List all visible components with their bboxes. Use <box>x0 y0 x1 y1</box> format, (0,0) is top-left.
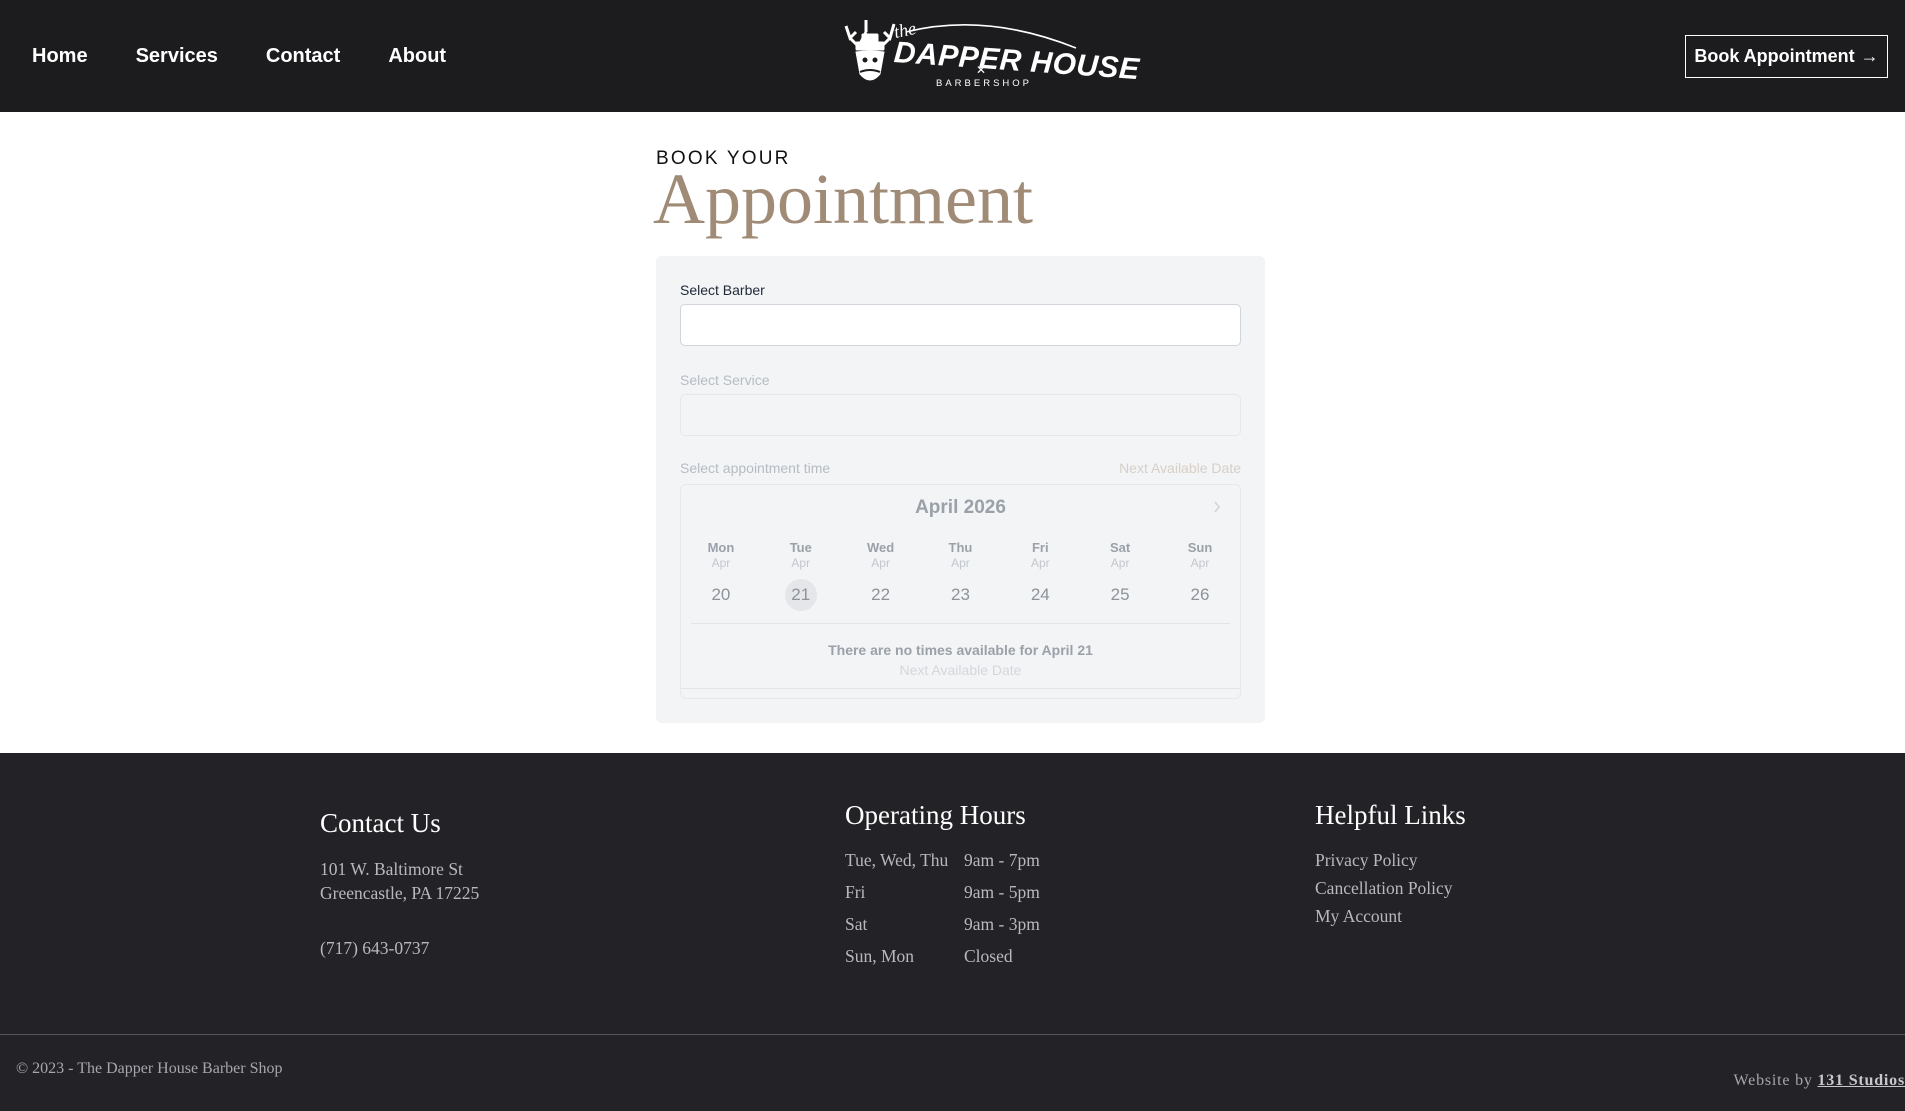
arrow-right-icon: → <box>1860 46 1879 66</box>
hours-row: Tue, Wed, Thu 9am - 7pm <box>845 850 1040 871</box>
nav-contact[interactable]: Contact <box>266 45 340 68</box>
booking-panel: Select Barber Select Service Select appo… <box>656 256 1265 723</box>
day-month: Apr <box>711 556 731 570</box>
calendar-week: Mon Apr 20 Tue Apr 21 Wed Apr 22 Thu Apr… <box>681 540 1240 611</box>
book-appointment-button[interactable]: Book Appointment → <box>1685 35 1888 78</box>
scissors-icon: ✕ <box>976 63 987 77</box>
day-of-week: Tue <box>789 540 812 555</box>
hours-row: Sat 9am - 3pm <box>845 914 1040 935</box>
contact-heading: Contact Us <box>320 808 441 838</box>
day-of-week: Sun <box>1187 540 1213 555</box>
calendar-divider <box>691 623 1230 624</box>
calendar: April 2026 Mon Apr 20 Tue Apr 21 Wed Apr… <box>680 484 1241 699</box>
my-account-link[interactable]: My Account <box>1315 906 1402 927</box>
address-line-1: 101 W. Baltimore St <box>320 859 463 879</box>
hours-heading: Operating Hours <box>845 800 1026 830</box>
calendar-day[interactable]: Fri Apr 24 <box>1000 540 1080 611</box>
footer-divider <box>0 1034 1905 1035</box>
calendar-day[interactable]: Sun Apr 26 <box>1160 540 1240 611</box>
service-label: Select Service <box>680 372 770 388</box>
hours-time: 9am - 5pm <box>964 882 1040 902</box>
hours-row: Fri 9am - 5pm <box>845 882 1040 903</box>
hours-days: Fri <box>845 882 866 902</box>
day-month: Apr <box>951 556 970 570</box>
hours-time: 9am - 7pm <box>964 850 1040 870</box>
copyright: © 2023 - The Dapper House Barber Shop <box>16 1060 283 1077</box>
day-month: Apr <box>871 556 890 570</box>
day-of-week: Thu <box>948 540 973 555</box>
day-number: 26 <box>1190 585 1210 604</box>
day-of-week: Wed <box>867 540 895 555</box>
no-times-message: There are no times available for April 2… <box>828 642 1093 658</box>
hours-time: 9am - 3pm <box>964 914 1040 934</box>
day-month: Apr <box>1030 556 1050 570</box>
phone-number[interactable]: (717) 643-0737 <box>320 938 429 959</box>
hours-days: Sat <box>845 914 868 934</box>
site-header: Home Services Contact About the DAPPER H… <box>0 0 1905 112</box>
site-footer: Contact Us 101 W. Baltimore St Greencast… <box>0 753 1905 1111</box>
day-number: 20 <box>711 585 731 604</box>
time-label: Select appointment time <box>680 460 831 476</box>
day-of-week: Mon <box>707 540 735 555</box>
calendar-day-selected[interactable]: Tue Apr 21 <box>761 540 841 611</box>
hours-time: Closed <box>964 946 1013 966</box>
day-of-week: Sat <box>1110 540 1131 555</box>
site-logo[interactable]: the DAPPER HOUSE ✕ BARBERSHOP <box>836 18 1141 94</box>
day-number: 22 <box>871 585 891 604</box>
main-nav: Home Services Contact About <box>32 0 494 112</box>
calendar-day[interactable]: Sat Apr 25 <box>1080 540 1160 611</box>
day-month: Apr <box>791 556 811 570</box>
hours-days: Tue, Wed, Thu <box>845 850 949 870</box>
day-number: 24 <box>1030 585 1050 604</box>
nav-home[interactable]: Home <box>32 45 88 68</box>
day-number: 23 <box>950 585 970 604</box>
calendar-month: April 2026 <box>915 497 1006 518</box>
barber-select[interactable] <box>680 304 1241 346</box>
book-appointment-label: Book Appointment <box>1694 46 1855 66</box>
address-line-2: Greencastle, PA 17225 <box>320 883 480 903</box>
day-of-week: Fri <box>1031 540 1049 555</box>
hours-row: Sun, Mon Closed <box>845 946 1013 967</box>
calendar-day[interactable]: Thu Apr 23 <box>921 540 1001 611</box>
page-title: Appointment <box>653 159 1033 239</box>
nav-services[interactable]: Services <box>136 45 218 68</box>
next-available-link[interactable]: Next Available Date <box>1119 460 1241 476</box>
day-month: Apr <box>1190 556 1210 570</box>
calendar-day[interactable]: Mon Apr 20 <box>681 540 761 611</box>
site-credit: Website by 131 Studios <box>1734 1072 1905 1090</box>
chevron-right-icon[interactable] <box>1212 499 1222 515</box>
calendar-day[interactable]: Wed Apr 22 <box>841 540 921 611</box>
day-number: 25 <box>1110 585 1130 604</box>
logo-tagline: BARBERSHOP <box>936 78 1032 89</box>
barber-label: Select Barber <box>680 282 765 298</box>
links-heading: Helpful Links <box>1315 800 1466 830</box>
credit-prefix: Website by <box>1733 1072 1813 1089</box>
calendar-divider <box>681 688 1240 689</box>
nav-about[interactable]: About <box>388 45 446 68</box>
credit-link[interactable]: 131 Studios <box>1818 1072 1905 1089</box>
hours-days: Sun, Mon <box>845 946 915 966</box>
cancellation-policy-link[interactable]: Cancellation Policy <box>1315 878 1453 899</box>
service-select[interactable] <box>680 394 1241 436</box>
calendar-next-available-link[interactable]: Next Available Date <box>681 662 1240 678</box>
privacy-policy-link[interactable]: Privacy Policy <box>1315 850 1418 871</box>
day-month: Apr <box>1110 556 1130 570</box>
day-number: 21 <box>784 579 817 611</box>
